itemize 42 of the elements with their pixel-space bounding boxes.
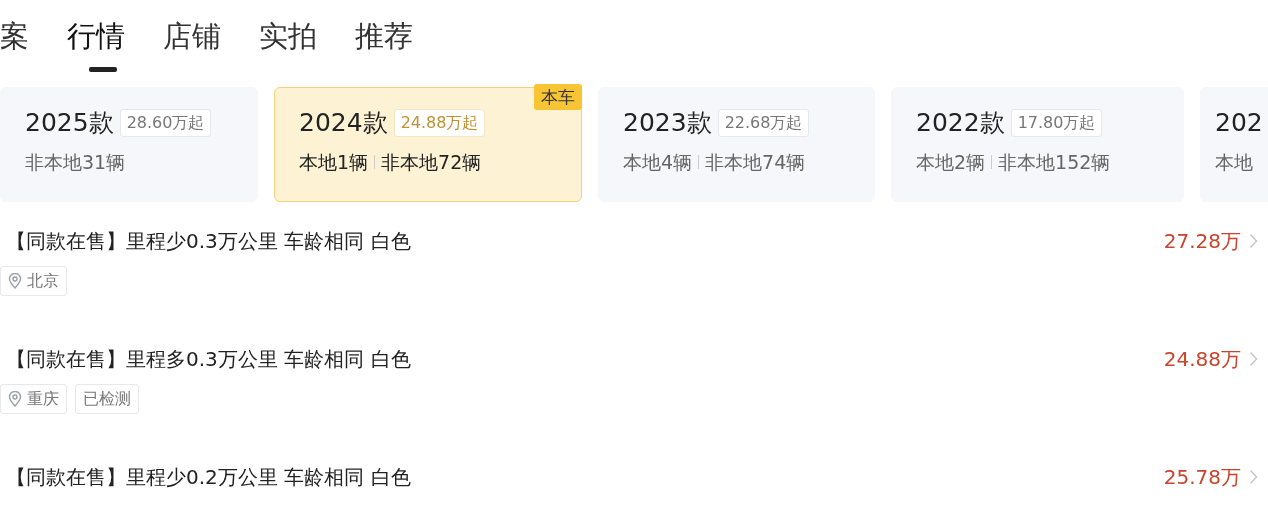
stock-count: 非本地31辆 (25, 150, 126, 175)
chevron-right-icon[interactable] (1249, 469, 1258, 485)
model-year: 2024款 (299, 107, 388, 139)
model-year-card[interactable]: 2025款 28.60万起 非本地31辆 (0, 87, 258, 202)
tag-label: 已检测 (75, 384, 139, 414)
tab[interactable]: 案 (0, 14, 29, 72)
tab[interactable]: 推荐 (355, 14, 413, 72)
stock-count: 非本地74辆 (705, 150, 806, 175)
model-year-card[interactable]: 2023款 22.68万起 本地4辆 非本地74辆 (598, 87, 875, 202)
listing-title[interactable]: 【同款在售】里程少0.2万公里 车龄相同 白色 (0, 460, 411, 494)
model-year: 2023款 (623, 107, 712, 139)
tab[interactable]: 行情 (67, 14, 125, 72)
listing-title[interactable]: 【同款在售】里程少0.3万公里 车龄相同 白色 (0, 224, 411, 258)
stock-count: 本地2辆 (916, 150, 986, 175)
stock-count: 本地1辆 (299, 150, 369, 175)
current-car-badge: 本车 (534, 84, 582, 110)
model-year-card[interactable]: 202 本地 (1200, 87, 1268, 202)
stock-count: 非本地72辆 (381, 150, 482, 175)
model-year: 2022款 (916, 107, 1005, 139)
tab[interactable]: 实拍 (259, 14, 317, 72)
model-year-card[interactable]: 2024款 24.88万起 本地1辆 非本地72辆 本车 (274, 87, 582, 202)
location-pin-icon (8, 273, 22, 289)
stock-count: 非本地152辆 (998, 150, 1111, 175)
listing-price: 27.28万 (1163, 227, 1241, 255)
listing-price: 25.78万 (1163, 463, 1241, 491)
location-tag: 北京 (0, 266, 67, 296)
chevron-right-icon[interactable] (1249, 233, 1258, 249)
listing-title[interactable]: 【同款在售】里程多0.3万公里 车龄相同 白色 (0, 342, 411, 376)
tab[interactable]: 店铺 (163, 14, 221, 72)
model-year-card[interactable]: 2022款 17.80万起 本地2辆 非本地152辆 (891, 87, 1184, 202)
starting-price: 22.68万起 (717, 109, 810, 137)
listing-price: 24.88万 (1163, 345, 1241, 373)
chevron-right-icon[interactable] (1249, 351, 1258, 367)
model-year: 202 (1215, 107, 1263, 139)
starting-price: 28.60万起 (119, 109, 212, 137)
model-year: 2025款 (25, 107, 114, 139)
stock-count: 本地 (1215, 150, 1253, 175)
location-tag: 重庆 (0, 384, 67, 414)
location-pin-icon (8, 391, 22, 407)
starting-price: 17.80万起 (1010, 109, 1103, 137)
stock-count: 本地4辆 (623, 150, 693, 175)
starting-price: 24.88万起 (393, 109, 486, 137)
